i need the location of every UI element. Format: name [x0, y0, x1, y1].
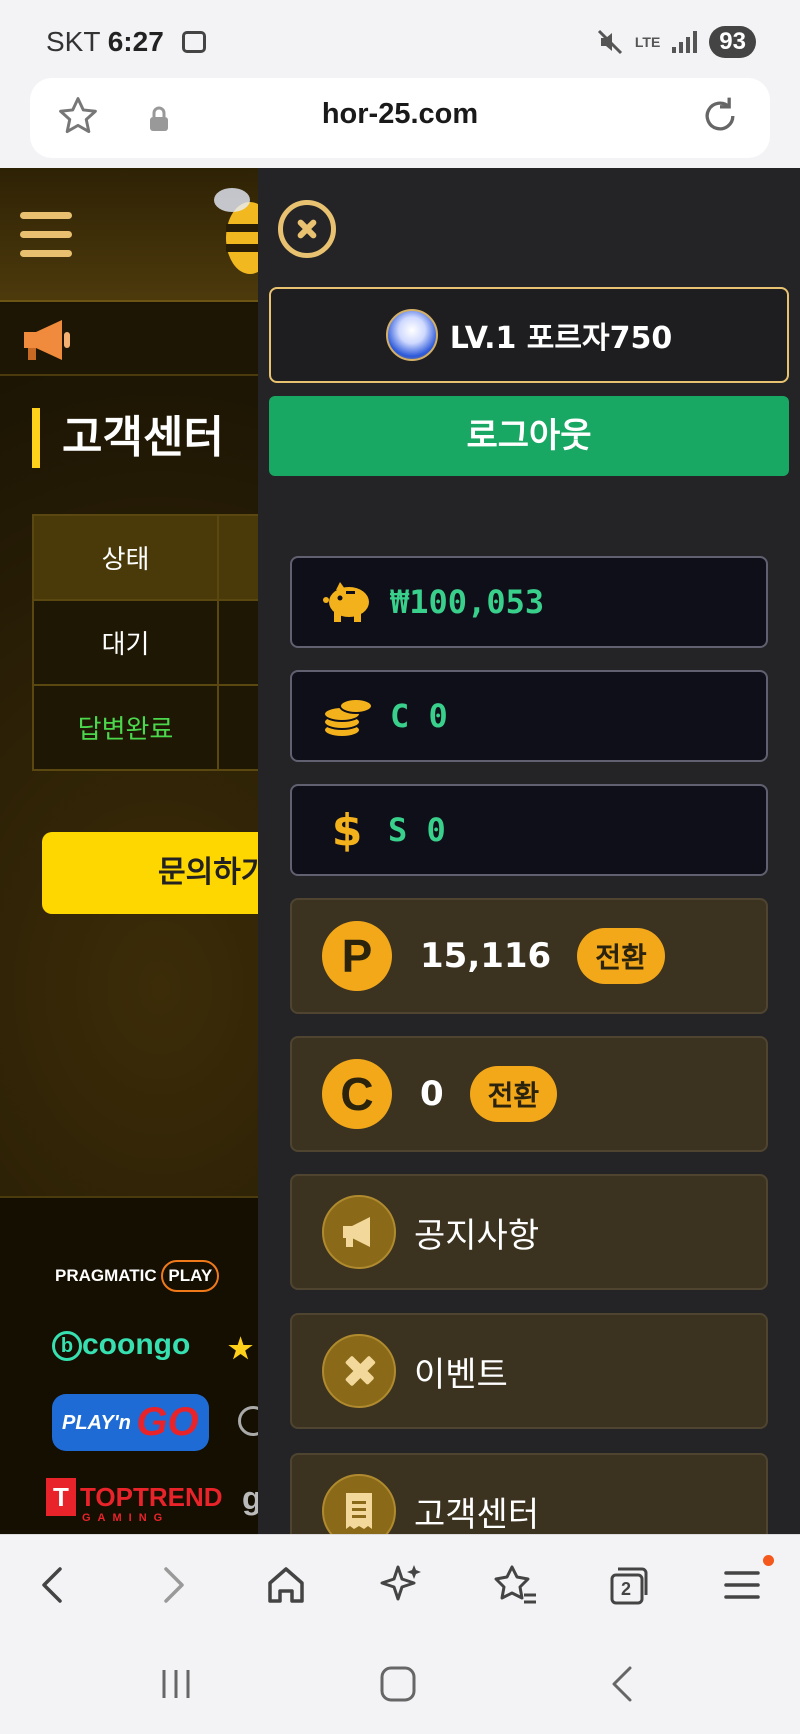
carrier-label: SKT	[46, 26, 100, 57]
menu-item-support[interactable]: 고객센터	[290, 1453, 768, 1534]
address-bar[interactable]: hor-25.com	[30, 78, 770, 158]
home-button-icon[interactable]	[378, 1664, 418, 1704]
bcoongo-logo: b coongo	[52, 1328, 190, 1362]
side-drawer: LV.1 포르자750 로그아웃 ₩100,053 C 0 $ S 0 P 15…	[258, 168, 800, 1534]
system-nav-bar	[0, 1634, 800, 1734]
home-icon[interactable]	[262, 1561, 310, 1609]
menu-item-notice[interactable]: 공지사항	[290, 1174, 768, 1290]
clock-label: 6:27	[107, 26, 164, 57]
pragmatic-play-logo: PRAGMATIC PLAY	[55, 1260, 220, 1292]
close-drawer-icon[interactable]	[278, 200, 336, 258]
table-header-row: 상태	[34, 516, 260, 601]
coins-card: C 0 전환	[290, 1036, 768, 1152]
piggy-bank-icon	[323, 582, 369, 622]
c-coin-icon: C	[322, 1059, 392, 1129]
network-label: LTE	[634, 34, 661, 50]
back-icon[interactable]	[30, 1561, 78, 1609]
avatar	[385, 309, 438, 361]
menu-item-event[interactable]: 이벤트	[290, 1313, 768, 1429]
status-bar: SKT 6:27 LTE 93	[0, 0, 800, 78]
page-title: 고객센터	[32, 408, 224, 468]
mute-icon	[597, 29, 622, 55]
menu-label-notice: 공지사항	[414, 1215, 540, 1256]
address-bar-wrap: hor-25.com	[0, 78, 800, 168]
provider-footer: PRAGMATIC PLAY b coongo ★ PLAY'n GO T TOPT…	[0, 1196, 268, 1534]
forward-icon[interactable]	[148, 1561, 196, 1609]
playngo-logo: PLAY'n GO	[52, 1394, 209, 1451]
tabs-icon[interactable]: 2	[604, 1561, 652, 1609]
screenshot-icon	[181, 31, 206, 53]
megaphone-icon	[24, 320, 70, 360]
menu-label-event: 이벤트	[414, 1354, 508, 1395]
user-level-box: LV.1 포르자750	[269, 287, 789, 383]
status-left: SKT 6:27	[46, 26, 206, 58]
menu-icon[interactable]	[718, 1561, 766, 1609]
hamburger-menu-icon[interactable]	[20, 212, 72, 258]
coins-value: 0	[420, 1074, 444, 1114]
convert-points-button[interactable]: 전환	[577, 928, 665, 984]
convert-coins-button[interactable]: 전환	[469, 1066, 558, 1122]
inquiry-table: 상태 대기 답변완료	[32, 514, 260, 771]
star-icon: ★	[228, 1333, 254, 1364]
table-row[interactable]: 대기	[34, 601, 260, 686]
coins-icon	[323, 698, 373, 738]
table-row[interactable]: 답변완료	[34, 686, 260, 771]
notice-row	[0, 304, 260, 376]
notification-dot	[763, 1555, 774, 1566]
url-text[interactable]: hor-25.com	[30, 98, 770, 131]
table-cell-status: 대기	[34, 601, 219, 684]
battery-badge: 93	[709, 26, 756, 58]
dollar-icon: $	[331, 804, 363, 856]
browser-toolbar: 2	[0, 1534, 800, 1634]
system-back-icon[interactable]	[604, 1664, 644, 1704]
reload-icon[interactable]	[698, 94, 742, 138]
cash-balance-value: ₩100,053	[390, 583, 545, 621]
table-header-status: 상태	[34, 516, 219, 599]
sparkle-icon[interactable]	[376, 1561, 424, 1609]
points-card: P 15,116 전환	[290, 898, 768, 1014]
signal-icon	[672, 31, 698, 53]
status-right: LTE 93	[597, 26, 756, 58]
coin-balance-value: C 0	[390, 697, 448, 735]
site-header	[0, 168, 260, 302]
user-level-label: LV.1 포르자750	[449, 321, 673, 356]
tab-count: 2	[621, 1579, 632, 1599]
menu-label-support: 고객센터	[414, 1494, 540, 1535]
support-icon	[322, 1474, 396, 1534]
dollar-balance-box: $ S 0	[290, 784, 768, 876]
bookmarks-icon[interactable]	[490, 1561, 538, 1609]
event-icon	[322, 1334, 396, 1408]
bee-logo-icon	[214, 188, 260, 274]
coin-balance-box: C 0	[290, 670, 768, 762]
logout-button[interactable]: 로그아웃	[269, 396, 789, 476]
cash-balance-box: ₩100,053	[290, 556, 768, 648]
table-cell-status: 답변완료	[34, 686, 219, 769]
recent-apps-icon[interactable]	[156, 1664, 196, 1704]
dollar-balance-value: S 0	[388, 811, 446, 849]
toptrend-logo: T TOPTREND GAMING	[46, 1478, 223, 1524]
megaphone-icon	[322, 1195, 396, 1269]
points-value: 15,116	[420, 936, 552, 976]
point-coin-icon: P	[322, 921, 392, 991]
